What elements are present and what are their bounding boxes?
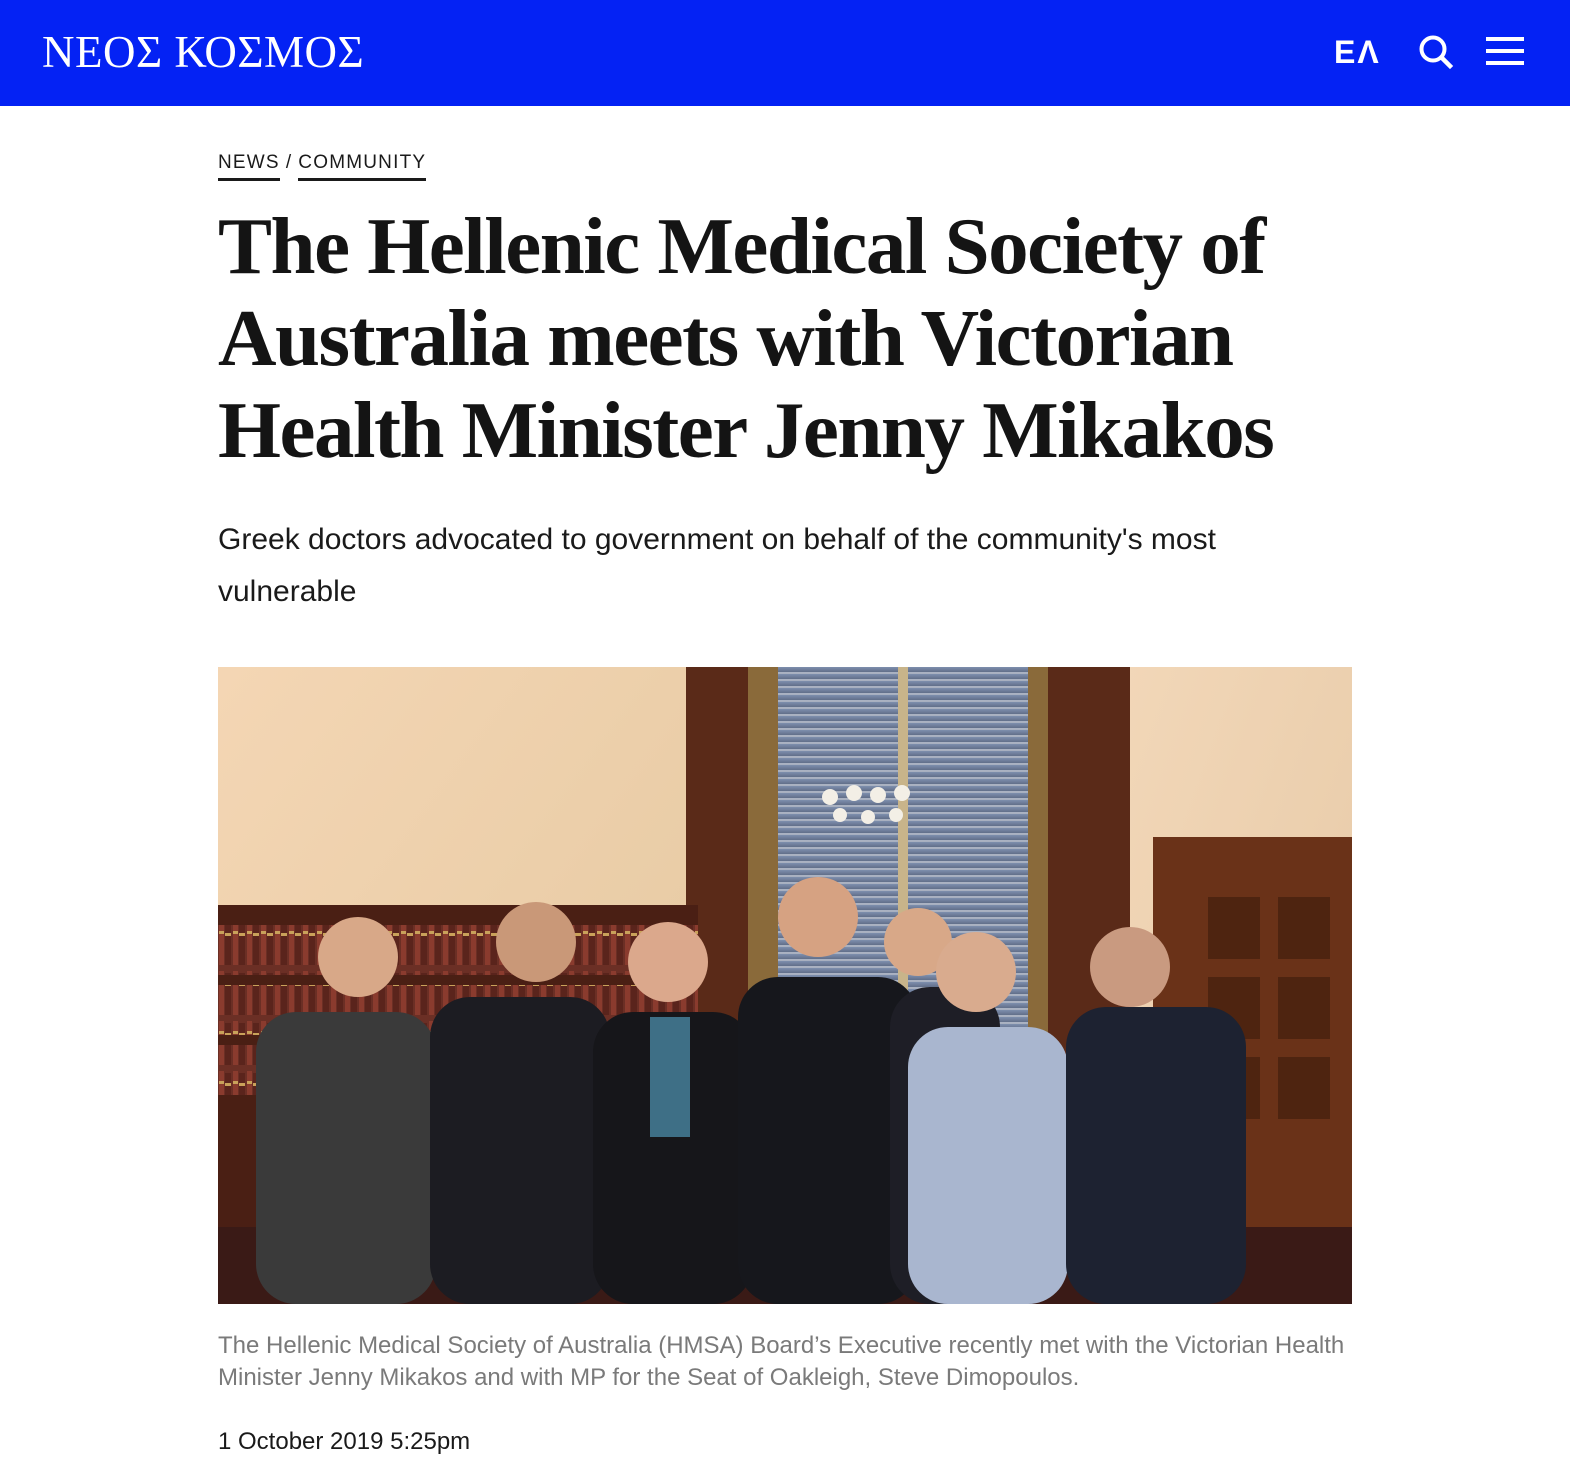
article-subheadline: Greek doctors advocated to government on… [218,523,1216,608]
photo-caption: The Hellenic Medical Society of Australi… [218,1332,1345,1391]
menu-button[interactable] [1486,34,1526,70]
search-button[interactable] [1416,32,1456,72]
article-headline: The Hellenic Medical Society of Australi… [218,201,1275,475]
article-hero-photo [218,667,1352,1304]
breadcrumb: NEWS / COMMUNITY [218,150,427,181]
breadcrumb-community-link[interactable]: COMMUNITY [298,150,427,181]
publish-date: 1 October 2019 5:25pm [218,1428,471,1455]
breadcrumb-news-link[interactable]: NEWS [218,150,280,181]
breadcrumb-separator: / [285,152,293,173]
site-logo[interactable]: ΝΕΟΣ ΚΟΣΜΟΣ [42,24,364,80]
search-icon [1419,35,1454,70]
language-toggle-button[interactable]: ΕΛ [1334,32,1381,72]
site-header: ΝΕΟΣ ΚΟΣΜΟΣ ΕΛ [0,0,1570,106]
hamburger-menu-icon [1486,37,1524,65]
